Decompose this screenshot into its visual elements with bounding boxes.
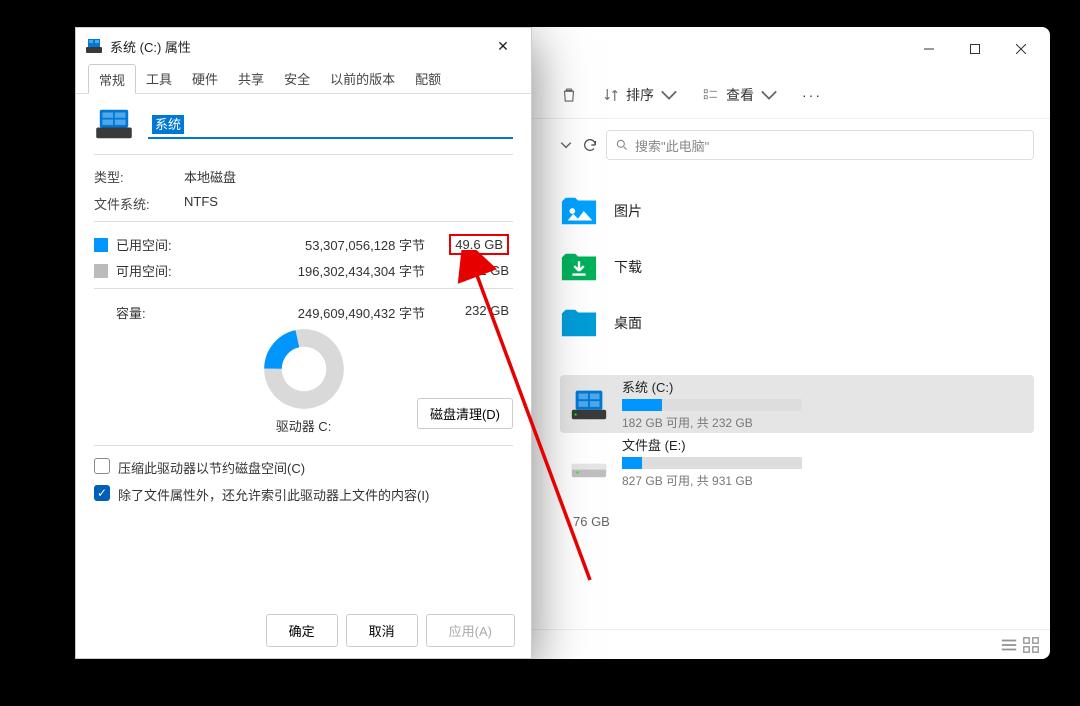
drive-info: 文件盘 (E:) 827 GB 可用, 共 931 GB — [622, 435, 1026, 489]
chevron-down-icon — [660, 86, 678, 104]
free-label: 可用空间: — [116, 261, 184, 280]
refresh-icon[interactable] — [582, 137, 598, 153]
maximize-button[interactable] — [952, 33, 998, 65]
chevron-down-icon — [760, 86, 778, 104]
capacity-label: 容量: — [116, 303, 184, 322]
free-space-row: 可用空间: 196,302,434,304 字节 182 GB — [94, 261, 513, 280]
usage-chart: 驱动器 C: 磁盘清理(D) — [94, 328, 513, 435]
drive-name-row: 系统 — [94, 108, 513, 140]
ok-button[interactable]: 确定 — [266, 614, 338, 647]
folder-downloads[interactable]: 下载 — [560, 251, 1034, 283]
capacity-gb: 232 GB — [443, 303, 513, 322]
drive-status: 182 GB 可用, 共 232 GB — [622, 414, 1026, 431]
search-placeholder: 搜索"此电脑" — [635, 136, 709, 155]
apply-button[interactable]: 应用(A) — [426, 614, 515, 647]
disk-cleanup-button[interactable]: 磁盘清理(D) — [417, 398, 513, 429]
filesystem-label: 文件系统: — [94, 194, 184, 213]
desktop-icon — [560, 307, 598, 339]
drive-info: 系统 (C:) 182 GB 可用, 共 232 GB — [622, 377, 1026, 431]
compress-label: 压缩此驱动器以节约磁盘空间(C) — [118, 458, 305, 477]
free-gb: 182 GB — [443, 263, 513, 278]
address-controls — [560, 137, 598, 153]
capacity-bytes: 249,609,490,432 字节 — [184, 303, 443, 322]
used-space-row: 已用空间: 53,307,056,128 字节 49.6 GB — [94, 234, 513, 255]
sort-icon — [602, 86, 620, 104]
dialog-body: 系统 类型:本地磁盘 文件系统:NTFS 已用空间: 53,307,056,12… — [76, 94, 531, 602]
tab-tools[interactable]: 工具 — [136, 64, 182, 93]
folder-desktop[interactable]: 桌面 — [560, 307, 1034, 339]
drive-icon — [94, 108, 134, 140]
used-color-swatch — [94, 238, 108, 252]
minimize-button[interactable] — [906, 33, 952, 65]
used-bytes: 53,307,056,128 字节 — [184, 235, 443, 254]
search-icon — [615, 138, 629, 152]
tab-sharing[interactable]: 共享 — [228, 64, 274, 93]
cancel-button[interactable]: 取消 — [346, 614, 418, 647]
sort-label: 排序 — [626, 85, 654, 105]
trash-icon — [560, 86, 578, 104]
used-label: 已用空间: — [116, 235, 184, 254]
search-input[interactable]: 搜索"此电脑" — [606, 130, 1034, 160]
ssd-drive-icon — [568, 383, 610, 425]
index-label: 除了文件属性外，还允许索引此驱动器上文件的内容(I) — [118, 485, 429, 504]
folder-label: 下载 — [614, 257, 642, 277]
pictures-icon — [560, 195, 598, 227]
more-label: ··· — [802, 87, 822, 103]
close-button[interactable] — [998, 33, 1044, 65]
tab-general[interactable]: 常规 — [88, 64, 136, 94]
dialog-footer: 确定 取消 应用(A) — [76, 602, 531, 658]
chevron-down-icon[interactable] — [560, 141, 572, 149]
view-icon — [702, 86, 720, 104]
drive-usage-bar — [622, 457, 802, 469]
folder-pictures[interactable]: 图片 — [560, 195, 1034, 227]
type-label: 类型: — [94, 167, 184, 186]
drive-properties-dialog: 系统 (C:) 属性 ✕ 常规 工具 硬件 共享 安全 以前的版本 配额 系统 … — [75, 27, 532, 659]
folder-label: 桌面 — [614, 313, 642, 333]
more-button[interactable]: ··· — [802, 87, 822, 103]
dialog-title: 系统 (C:) 属性 — [110, 37, 191, 56]
dialog-titlebar: 系统 (C:) 属性 ✕ — [76, 28, 531, 64]
type-value: 本地磁盘 — [184, 167, 236, 186]
drive-c[interactable]: 系统 (C:) 182 GB 可用, 共 232 GB — [560, 375, 1034, 433]
drive-name: 系统 (C:) — [622, 377, 1026, 396]
view-button[interactable]: 查看 — [702, 85, 778, 105]
tab-previous-versions[interactable]: 以前的版本 — [320, 64, 405, 93]
compress-checkbox[interactable] — [94, 458, 110, 474]
drive-letter-label: 驱动器 C: — [276, 416, 332, 435]
drive-name-input[interactable]: 系统 — [148, 110, 513, 139]
folder-label: 图片 — [614, 201, 642, 221]
free-color-swatch — [94, 264, 108, 278]
drive-usage-bar — [622, 399, 802, 411]
tab-hardware[interactable]: 硬件 — [182, 64, 228, 93]
tab-bar: 常规 工具 硬件 共享 安全 以前的版本 配额 — [76, 64, 531, 94]
used-gb: 49.6 GB — [443, 234, 513, 255]
drive-status: 827 GB 可用, 共 931 GB — [622, 472, 1026, 489]
delete-button[interactable] — [560, 86, 578, 104]
filesystem-value: NTFS — [184, 194, 218, 213]
downloads-icon — [560, 251, 598, 283]
view-label: 查看 — [726, 85, 754, 105]
tab-quota[interactable]: 配额 — [405, 64, 451, 93]
donut-chart-icon — [263, 328, 345, 410]
capacity-row: 容量: 249,609,490,432 字节 232 GB — [94, 303, 513, 322]
tab-security[interactable]: 安全 — [274, 64, 320, 93]
index-checkbox[interactable] — [94, 485, 110, 501]
drive-icon — [86, 39, 102, 53]
compress-checkbox-row[interactable]: 压缩此驱动器以节约磁盘空间(C) — [94, 458, 513, 477]
dialog-close-button[interactable]: ✕ — [485, 31, 521, 61]
grid-view-icon[interactable] — [1022, 636, 1040, 654]
free-bytes: 196,302,434,304 字节 — [184, 261, 443, 280]
drive-e[interactable]: 文件盘 (E:) 827 GB 可用, 共 931 GB — [560, 433, 1034, 491]
sort-button[interactable]: 排序 — [602, 85, 678, 105]
drive-name: 文件盘 (E:) — [622, 435, 1026, 454]
list-view-icon[interactable] — [1000, 636, 1018, 654]
hdd-drive-icon — [568, 441, 610, 483]
index-checkbox-row[interactable]: 除了文件属性外，还允许索引此驱动器上文件的内容(I) — [94, 485, 513, 504]
